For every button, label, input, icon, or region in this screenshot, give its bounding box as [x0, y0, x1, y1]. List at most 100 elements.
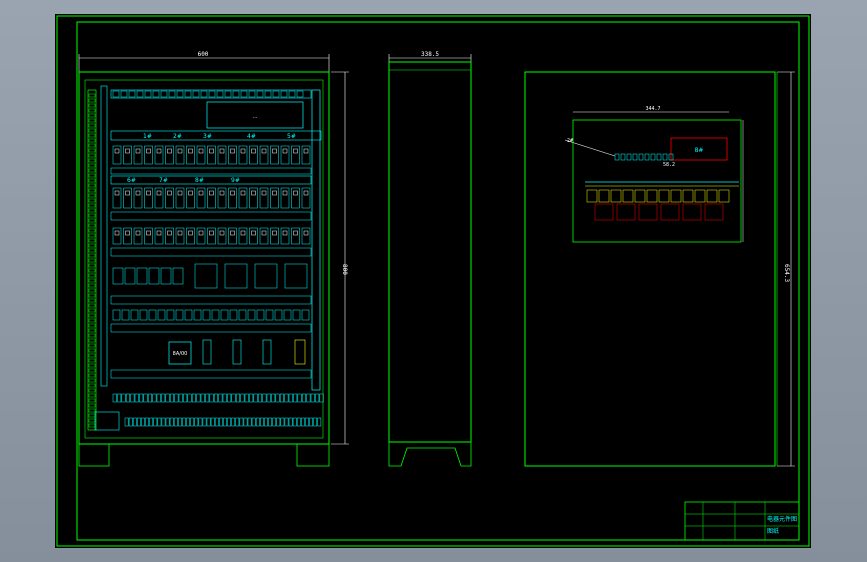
terminal-block: [88, 333, 96, 338]
bottom-terminal: [266, 393, 271, 403]
relay: [112, 267, 124, 285]
bottom-terminal: [275, 393, 280, 403]
breaker-label: [240, 148, 246, 154]
bottom-terminal: [174, 393, 179, 403]
breaker-label: [293, 190, 298, 196]
terminal-block: [88, 258, 96, 263]
zone-label: 8#: [195, 177, 204, 184]
relay-module: [224, 263, 248, 289]
bottom-terminal: [284, 417, 289, 427]
breaker: [144, 145, 153, 165]
terminal-block: [88, 278, 96, 283]
breaker: [249, 227, 258, 245]
bottom-terminal: [187, 393, 192, 403]
breaker: [238, 227, 248, 245]
breaker: [133, 145, 143, 165]
terminal-block: [88, 173, 96, 178]
bottom-terminal: [200, 393, 205, 403]
breaker-label: [240, 230, 246, 236]
breaker: [301, 145, 311, 165]
breaker-label: [293, 148, 298, 154]
plate-component: [586, 189, 598, 203]
terminal: [211, 309, 220, 321]
top-cell: [272, 90, 280, 98]
callout-text: 8#: [695, 147, 704, 154]
zone-label: 4#: [247, 133, 256, 140]
bottom-terminal: [213, 393, 218, 403]
terminal: [202, 309, 211, 321]
breaker-label: [282, 230, 288, 236]
breaker-label: [230, 230, 235, 236]
bottom-terminal: [202, 417, 207, 427]
terminal-block: [88, 253, 96, 258]
breaker-label: [156, 148, 162, 154]
bottom-terminal: [205, 393, 210, 403]
top-cell: [192, 90, 200, 98]
top-cell: [112, 90, 120, 98]
plate-component: [638, 203, 658, 221]
breaker: [165, 227, 174, 245]
bottom-terminal: [272, 417, 277, 427]
bottom-terminal: [313, 417, 318, 427]
terminal: [301, 309, 310, 321]
terminal: [274, 309, 283, 321]
side-cabinet-outline: [388, 61, 472, 443]
breaker: [280, 227, 290, 245]
breaker: [280, 145, 290, 165]
terminal-block: [88, 133, 96, 138]
bottom-terminal: [121, 393, 126, 403]
bottom-terminal: [182, 417, 186, 427]
bottom-terminal: [130, 393, 135, 403]
bottom-terminal: [306, 393, 311, 403]
breaker: [301, 227, 311, 245]
breaker: [154, 227, 164, 245]
bottom-terminal: [244, 393, 249, 403]
bottom-terminal: [169, 393, 174, 403]
breaker-label: [251, 230, 256, 236]
bottom-terminal: [165, 393, 170, 403]
zone-label: 5#: [287, 133, 296, 140]
breaker-label: [240, 190, 246, 196]
top-cell: [256, 90, 264, 98]
bottom-terminal: [137, 417, 141, 427]
breaker-label: [282, 190, 288, 196]
terminal-block: [88, 203, 96, 208]
terminal: [175, 309, 184, 321]
terminal-block: [88, 403, 96, 408]
terminal: [184, 309, 193, 321]
zone-row-1: 1# 2# 3# 4# 5#: [143, 133, 296, 140]
breaker-label: [177, 230, 183, 236]
breaker-label: [198, 190, 204, 196]
terminal: [229, 309, 238, 321]
breaker-label: [303, 148, 309, 154]
top-cell: [232, 90, 240, 98]
terminal-block: [88, 303, 96, 308]
terminal-block: [88, 298, 96, 303]
top-cell: [216, 90, 224, 98]
plate-outline: [524, 71, 776, 467]
bottom-terminal: [255, 417, 260, 427]
bottom-terminal: [276, 417, 281, 427]
plate-component: [610, 189, 622, 203]
terminal: [220, 309, 229, 321]
breaker-label: [114, 148, 120, 154]
bottom-terminal: [288, 417, 293, 427]
drawing-canvas[interactable]: 600 800 ... 1# 2# 3# 4# 5# 6# 7# 8# 9# 8…: [55, 14, 811, 548]
bottom-terminal: [235, 417, 240, 427]
breaker-label: [230, 148, 235, 154]
bottom-terminal: [153, 417, 158, 427]
side-dim: 58.2: [663, 162, 675, 168]
cad-viewport: 600 800 ... 1# 2# 3# 4# 5# 6# 7# 8# 9# 8…: [0, 0, 867, 562]
bottom-terminal: [296, 417, 301, 427]
top-cell: [144, 90, 152, 98]
terminal-block: [88, 263, 96, 268]
plate-component: [650, 153, 656, 161]
zone-label: 1#: [143, 133, 152, 140]
terminal-block: [88, 163, 96, 168]
breaker-label: [272, 190, 277, 196]
plate-component: [646, 189, 658, 203]
bottom-terminal: [288, 393, 293, 403]
breaker: [259, 227, 269, 245]
breaker: [270, 227, 279, 245]
bottom-terminal: [293, 393, 298, 403]
